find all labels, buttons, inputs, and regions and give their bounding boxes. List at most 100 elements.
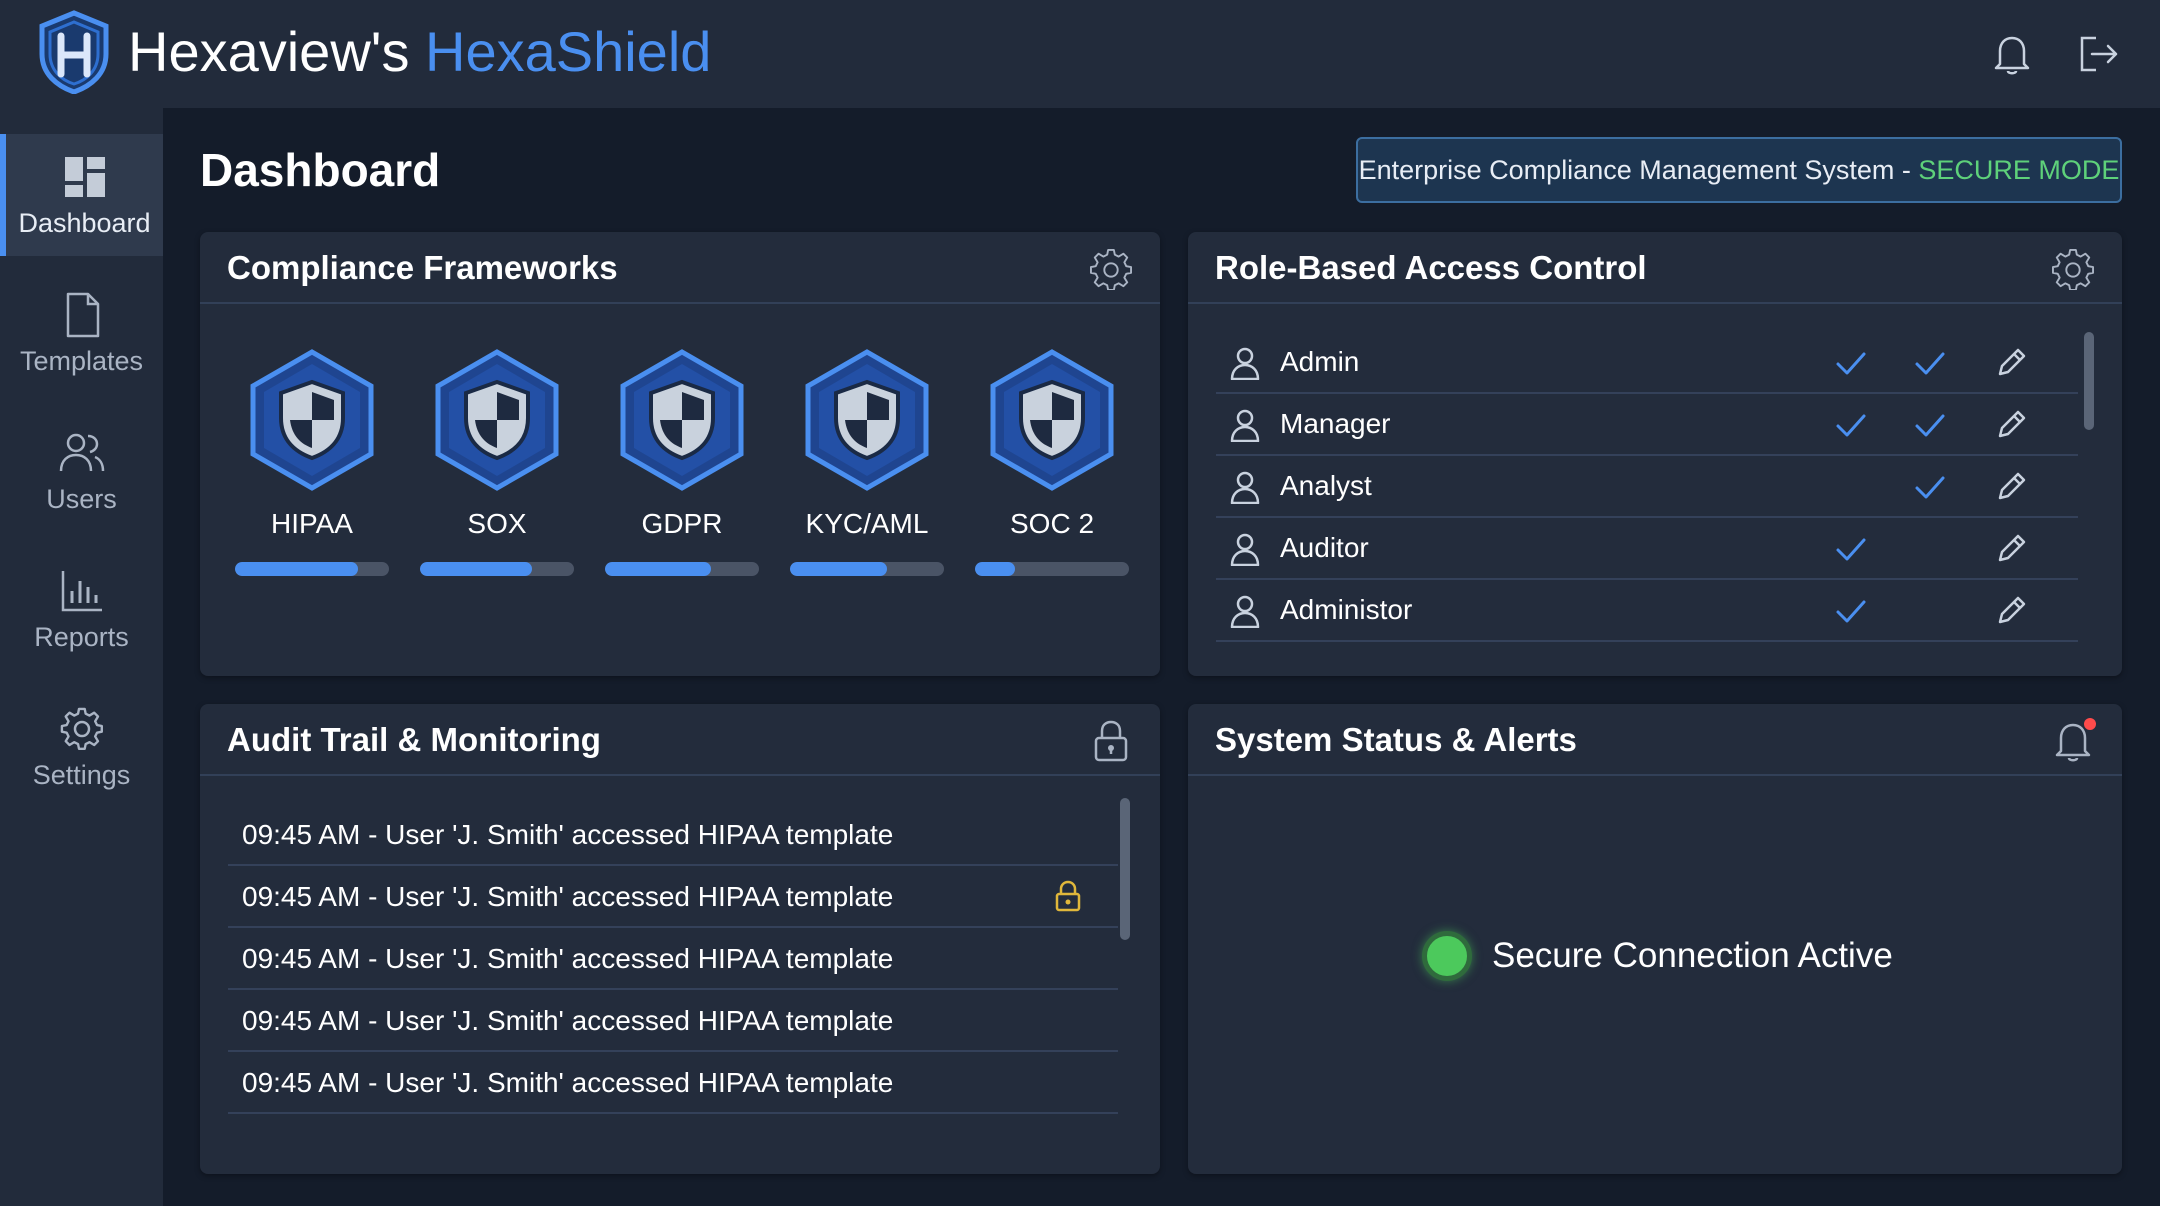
logout-icon[interactable] <box>2068 24 2128 84</box>
panel-header: System Status & Alerts <box>1188 704 2122 776</box>
bell-alert-icon[interactable] <box>2050 718 2096 764</box>
panel-header: Role-Based Access Control <box>1188 232 2122 304</box>
panel-title: System Status & Alerts <box>1215 721 1577 758</box>
audit-log-entry[interactable]: 09:45 AM - User 'J. Smith' accessed HIPA… <box>228 866 1118 928</box>
bar-chart-icon <box>57 566 107 616</box>
shield-hexagon-icon <box>987 348 1117 492</box>
role-name: Admin <box>1280 346 1360 377</box>
audit-log-entry[interactable]: 09:45 AM - User 'J. Smith' accessed HIPA… <box>228 928 1118 990</box>
audit-log-entry[interactable]: 09:45 AM - User 'J. Smith' accessed HIPA… <box>228 990 1118 1052</box>
audit-log-entry[interactable]: 09:45 AM - User 'J. Smith' accessed HIPA… <box>228 1052 1118 1114</box>
user-icon <box>1228 532 1262 567</box>
framework-progress-bar <box>235 562 389 576</box>
check-icon[interactable] <box>1913 346 1947 380</box>
framework-item[interactable]: SOX <box>420 348 574 578</box>
lock-icon[interactable] <box>1088 718 1134 764</box>
check-icon[interactable] <box>1834 594 1868 628</box>
framework-label: HIPAA <box>271 508 353 539</box>
framework-item[interactable]: GDPR <box>605 348 759 578</box>
role-row[interactable]: Administor <box>1216 580 2078 642</box>
progress-fill <box>605 562 712 576</box>
sidebar-item-users[interactable]: Users <box>0 410 163 532</box>
role-list: Admin Manager Analyst Auditor Administor <box>1216 332 2078 644</box>
compliance-frameworks-panel: Compliance Frameworks HIPAA SOX GDPR KYC/AM… <box>200 232 1160 676</box>
log-text: 09:45 AM - User 'J. Smith' accessed HIPA… <box>242 1067 894 1098</box>
log-text: 09:45 AM - User 'J. Smith' accessed HIPA… <box>242 819 894 850</box>
check-icon[interactable] <box>1834 408 1868 442</box>
sidebar-item-reports[interactable]: Reports <box>0 548 163 670</box>
framework-progress-bar <box>790 562 944 576</box>
panel-title: Compliance Frameworks <box>227 249 618 286</box>
progress-fill <box>420 562 533 576</box>
role-row[interactable]: Analyst <box>1216 456 2078 518</box>
sidebar-item-label: Dashboard <box>18 207 151 238</box>
framework-label: GDPR <box>641 508 723 539</box>
framework-progress-bar <box>420 562 574 576</box>
check-icon[interactable] <box>1834 532 1868 566</box>
framework-item[interactable]: HIPAA <box>235 348 389 578</box>
role-row[interactable]: Auditor <box>1216 518 2078 580</box>
log-text: 09:45 AM - User 'J. Smith' accessed HIPA… <box>242 1005 894 1036</box>
framework-item[interactable]: KYC/AML <box>790 348 944 578</box>
dashboard-grid-icon <box>60 152 110 202</box>
panel-title: Role-Based Access Control <box>1215 249 1647 286</box>
audit-log-entry[interactable]: 09:45 AM - User 'J. Smith' accessed HIPA… <box>228 804 1118 866</box>
scrollbar[interactable] <box>2084 332 2094 430</box>
sidebar: Dashboard Templates Users Reports Settin… <box>0 108 163 1206</box>
progress-fill <box>975 562 1016 576</box>
role-name: Administor <box>1280 594 1413 625</box>
progress-fill <box>790 562 888 576</box>
progress-fill <box>235 562 359 576</box>
framework-item[interactable]: SOC 2 <box>975 348 1129 578</box>
panel-header: Compliance Frameworks <box>200 232 1160 304</box>
role-name: Auditor <box>1280 532 1369 563</box>
pencil-edit-icon[interactable] <box>1994 346 2028 380</box>
framework-label: SOC 2 <box>1009 508 1095 539</box>
sidebar-item-label: Templates <box>19 345 144 376</box>
shield-hexagon-icon <box>617 348 747 492</box>
check-icon[interactable] <box>1913 470 1947 504</box>
pencil-edit-icon[interactable] <box>1994 532 2028 566</box>
sidebar-item-settings[interactable]: Settings <box>0 686 163 808</box>
mode-text: Enterprise Compliance Management System … <box>1358 154 1919 185</box>
alert-indicator <box>2084 718 2096 730</box>
user-icon <box>1228 346 1262 381</box>
role-row[interactable]: Admin <box>1216 332 2078 394</box>
log-text: 09:45 AM - User 'J. Smith' accessed HIPA… <box>242 881 894 912</box>
status-indicator-dot <box>1422 931 1472 981</box>
shield-hexagon-icon <box>432 348 562 492</box>
log-text: 09:45 AM - User 'J. Smith' accessed HIPA… <box>242 943 894 974</box>
brand-product: HexaShield <box>425 20 712 83</box>
bell-icon[interactable] <box>1982 24 2042 84</box>
connection-status-text: Secure Connection Active <box>1492 936 1893 975</box>
check-icon[interactable] <box>1834 346 1868 380</box>
user-icon <box>1228 408 1262 443</box>
sidebar-item-dashboard[interactable]: Dashboard <box>0 134 163 256</box>
gear-icon[interactable] <box>2050 246 2096 292</box>
audit-trail-panel: Audit Trail & Monitoring 09:45 AM - User… <box>200 704 1160 1174</box>
pencil-edit-icon[interactable] <box>1994 470 2028 504</box>
brand-prefix: Hexaview's <box>128 20 410 83</box>
connection-status: Secure Connection Active <box>1422 926 1893 986</box>
top-bar: Hexaview's HexaShield <box>0 0 2160 108</box>
secure-mode-badge: Enterprise Compliance Management System … <box>1356 137 2122 203</box>
gear-icon[interactable] <box>1088 246 1134 292</box>
pencil-edit-icon[interactable] <box>1994 594 2028 628</box>
app-title: Hexaview's HexaShield <box>128 18 711 86</box>
framework-label: KYC/AML <box>805 508 929 539</box>
user-icon <box>1228 470 1262 505</box>
pencil-edit-icon[interactable] <box>1994 408 2028 442</box>
hexagon-h-logo-icon <box>36 10 112 95</box>
role-name: Manager <box>1280 408 1391 439</box>
audit-log-list: 09:45 AM - User 'J. Smith' accessed HIPA… <box>228 804 1118 1140</box>
framework-progress-bar <box>605 562 759 576</box>
panel-header: Audit Trail & Monitoring <box>200 704 1160 776</box>
sidebar-item-label: Reports <box>34 621 129 652</box>
role-name: Analyst <box>1280 470 1372 501</box>
sidebar-item-templates[interactable]: Templates <box>0 272 163 394</box>
document-icon <box>57 290 107 340</box>
scrollbar[interactable] <box>1120 798 1130 940</box>
check-icon[interactable] <box>1913 408 1947 442</box>
role-row[interactable]: Manager <box>1216 394 2078 456</box>
shield-hexagon-icon <box>247 348 377 492</box>
